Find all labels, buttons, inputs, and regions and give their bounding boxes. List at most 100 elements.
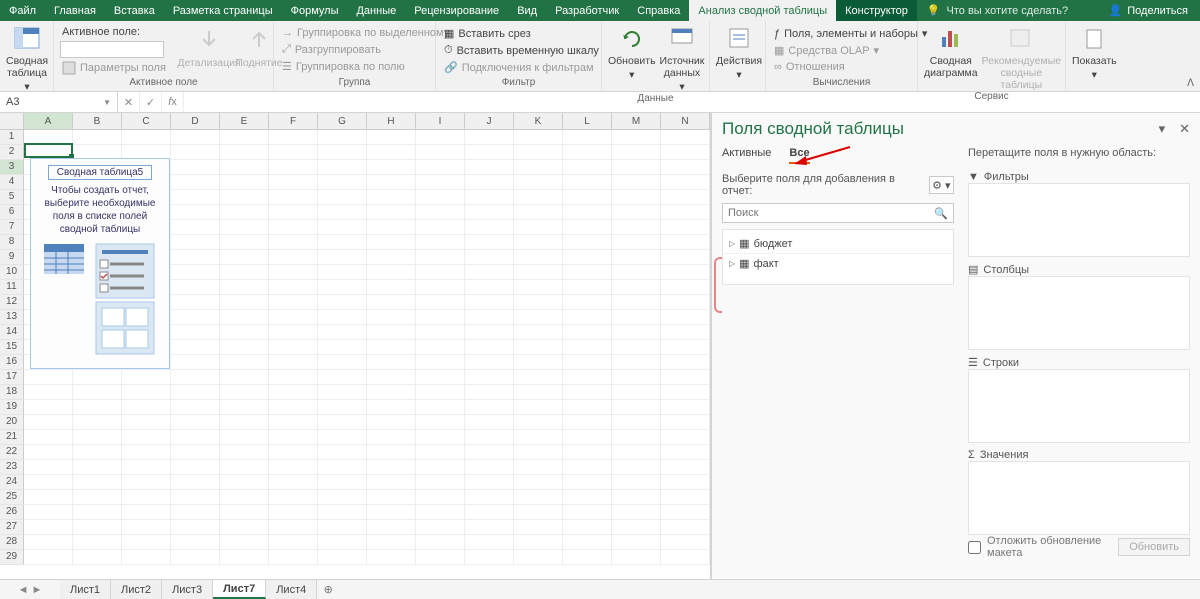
sheet-tab[interactable]: Лист4 <box>266 580 317 599</box>
select-all-corner[interactable] <box>0 113 24 129</box>
col-head-C[interactable]: C <box>122 113 171 129</box>
row-head[interactable]: 23 <box>0 460 24 475</box>
row-head[interactable]: 9 <box>0 250 24 265</box>
fields-items-sets[interactable]: ƒ Поля, элементы и наборы ▾ <box>772 26 929 41</box>
menu-file[interactable]: Файл <box>0 0 45 21</box>
pane-menu-icon[interactable]: ▾ <box>1159 121 1166 137</box>
row-head[interactable]: 18 <box>0 385 24 400</box>
row-head[interactable]: 4 <box>0 175 24 190</box>
menu-help[interactable]: Справка <box>628 0 689 21</box>
tell-me-search[interactable]: 💡 Что вы хотите сделать? <box>917 0 1078 21</box>
menu-pagelayout[interactable]: Разметка страницы <box>164 0 282 21</box>
row-head[interactable]: 16 <box>0 355 24 370</box>
name-box[interactable]: A3 ▼ <box>0 92 118 112</box>
row-head[interactable]: 6 <box>0 205 24 220</box>
row-head[interactable]: 10 <box>0 265 24 280</box>
col-head-F[interactable]: F <box>269 113 318 129</box>
area-values[interactable] <box>968 461 1190 535</box>
share-button[interactable]: 👤 Поделиться <box>1097 0 1200 21</box>
row-head[interactable]: 28 <box>0 535 24 550</box>
menu-view[interactable]: Вид <box>508 0 546 21</box>
row-head[interactable]: 26 <box>0 505 24 520</box>
menu-design[interactable]: Конструктор <box>836 0 917 21</box>
row-head[interactable]: 14 <box>0 325 24 340</box>
update-button[interactable]: Обновить <box>1118 538 1190 556</box>
close-icon[interactable]: ✕ <box>1179 121 1190 137</box>
refresh-button[interactable]: Обновить▾ <box>608 23 656 81</box>
row-head[interactable]: 11 <box>0 280 24 295</box>
show-button[interactable]: Показать▾ <box>1072 23 1117 81</box>
row-head[interactable]: 20 <box>0 415 24 430</box>
row-head[interactable]: 25 <box>0 490 24 505</box>
row-head[interactable]: 27 <box>0 520 24 535</box>
active-field-input[interactable] <box>60 41 164 58</box>
add-sheet-button[interactable]: ⊕ <box>317 580 339 599</box>
insert-slicer[interactable]: ▦ Вставить срез <box>442 26 533 41</box>
spreadsheet-grid[interactable]: ABCDEFGHIJKLMN 1234567891011121314151617… <box>0 113 711 579</box>
col-head-K[interactable]: K <box>514 113 563 129</box>
col-head-G[interactable]: G <box>318 113 367 129</box>
ribbon-collapse-icon[interactable]: ᐱ <box>1187 78 1194 89</box>
group-field: ☰ Группировка по полю <box>280 59 407 74</box>
menu-home[interactable]: Главная <box>45 0 105 21</box>
pivottable-button[interactable]: Сводная таблица▾ <box>6 23 48 93</box>
chevron-down-icon[interactable]: ▼ <box>103 98 111 107</box>
col-head-M[interactable]: M <box>612 113 661 129</box>
row-head[interactable]: 15 <box>0 340 24 355</box>
row-head[interactable]: 13 <box>0 310 24 325</box>
field-list[interactable]: ▷ ▦ бюджет ▷ ▦ факт <box>722 229 954 285</box>
row-head[interactable]: 8 <box>0 235 24 250</box>
menu-developer[interactable]: Разработчик <box>546 0 628 21</box>
menu-insert[interactable]: Вставка <box>105 0 164 21</box>
col-head-H[interactable]: H <box>367 113 416 129</box>
menu-pivot-analyze[interactable]: Анализ сводной таблицы <box>689 0 836 21</box>
insert-timeline[interactable]: ⏱ Вставить временную шкалу <box>442 43 601 58</box>
col-head-E[interactable]: E <box>220 113 269 129</box>
row-head[interactable]: 21 <box>0 430 24 445</box>
fx-icon[interactable]: fx <box>162 92 184 112</box>
menu-data[interactable]: Данные <box>347 0 405 21</box>
row-head[interactable]: 19 <box>0 400 24 415</box>
menu-formulas[interactable]: Формулы <box>282 0 348 21</box>
col-head-D[interactable]: D <box>171 113 220 129</box>
menu-review[interactable]: Рецензирование <box>405 0 508 21</box>
group-label-filter: Фильтр <box>442 77 595 91</box>
col-head-N[interactable]: N <box>661 113 710 129</box>
pivotchart-button[interactable]: Сводная диаграмма <box>924 23 978 79</box>
area-filters[interactable] <box>968 183 1190 257</box>
row-head[interactable]: 29 <box>0 550 24 565</box>
row-head[interactable]: 22 <box>0 445 24 460</box>
actions-button[interactable]: Действия▾ <box>716 23 762 81</box>
chart-icon <box>936 25 966 53</box>
row-head[interactable]: 5 <box>0 190 24 205</box>
row-head[interactable]: 1 <box>0 130 24 145</box>
row-head[interactable]: 17 <box>0 370 24 385</box>
sheet-tab[interactable]: Лист2 <box>111 580 162 599</box>
gear-icon[interactable]: ⚙ ▾ <box>929 176 954 194</box>
defer-checkbox[interactable] <box>968 541 981 554</box>
col-head-A[interactable]: A <box>24 113 73 129</box>
field-search[interactable]: 🔍 <box>722 203 954 223</box>
sheet-tab[interactable]: Лист1 <box>60 580 111 599</box>
field-search-input[interactable] <box>728 207 934 219</box>
col-head-L[interactable]: L <box>563 113 612 129</box>
tab-all-fields[interactable]: Все <box>789 147 809 164</box>
row-head[interactable]: 7 <box>0 220 24 235</box>
field-item-budget[interactable]: ▷ ▦ бюджет <box>725 234 951 254</box>
area-columns[interactable] <box>968 276 1190 350</box>
col-head-B[interactable]: B <box>73 113 122 129</box>
sheet-tab[interactable]: Лист7 <box>213 580 266 599</box>
row-head[interactable]: 12 <box>0 295 24 310</box>
area-rows[interactable] <box>968 369 1190 443</box>
group-label-tools: Сервис <box>924 91 1059 102</box>
field-item-fact[interactable]: ▷ ▦ факт <box>725 254 951 273</box>
sheet-tab[interactable]: Лист3 <box>162 580 213 599</box>
sheet-nav[interactable]: ◄ ► <box>0 580 60 599</box>
row-head[interactable]: 3 <box>0 160 24 175</box>
row-head[interactable]: 24 <box>0 475 24 490</box>
row-head[interactable]: 2 <box>0 145 24 160</box>
tab-active-fields[interactable]: Активные <box>722 147 771 164</box>
datasource-button[interactable]: Источник данных▾ <box>660 23 705 93</box>
col-head-I[interactable]: I <box>416 113 465 129</box>
col-head-J[interactable]: J <box>465 113 514 129</box>
